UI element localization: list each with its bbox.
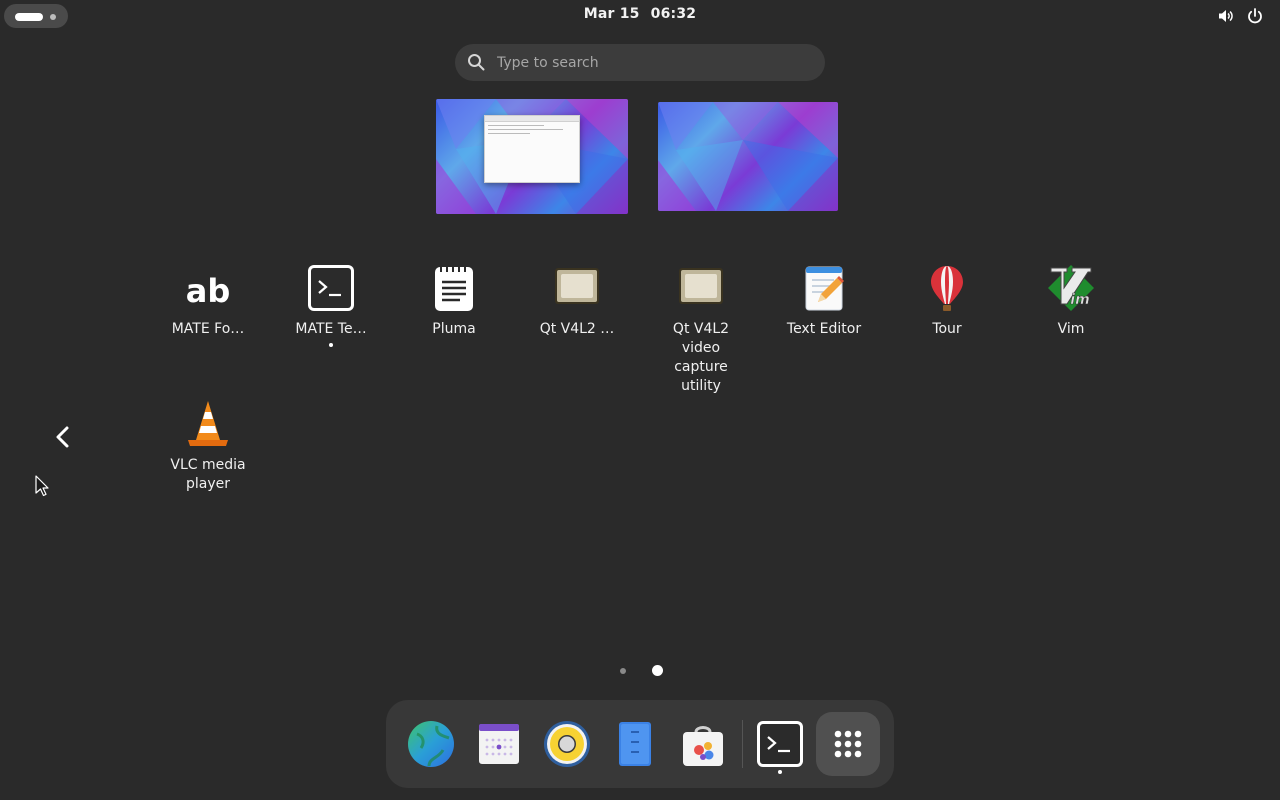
window-thumbnail[interactable] xyxy=(484,115,580,183)
page-indicator-2-active[interactable] xyxy=(652,665,663,676)
terminal-icon[interactable] xyxy=(756,720,804,768)
show-apps-button[interactable] xyxy=(816,712,880,776)
previous-page-chevron-icon[interactable] xyxy=(52,424,74,450)
app-grid-icon xyxy=(834,730,862,758)
app-text-editor[interactable]: Text Editor xyxy=(762,264,886,339)
app-label: MATE Fo… xyxy=(171,321,245,337)
app-mate-terminal[interactable]: MATE Te… xyxy=(269,264,393,347)
app-label: Qt V4L2 … xyxy=(539,321,615,337)
qv4l2-icon xyxy=(553,264,601,312)
software-bag-icon[interactable] xyxy=(679,720,727,768)
calendar-icon[interactable] xyxy=(475,720,523,768)
search-icon xyxy=(468,54,485,71)
vim-icon: im xyxy=(1047,264,1095,312)
workspace-thumbnail-1[interactable] xyxy=(436,99,628,214)
app-vlc[interactable]: VLC media player xyxy=(146,400,270,494)
volume-icon[interactable] xyxy=(1217,7,1235,25)
date-time-button[interactable]: Mar 15 06:32 xyxy=(560,6,720,22)
terminal-icon xyxy=(307,264,355,312)
running-indicator xyxy=(778,770,782,774)
wallpaper-pattern xyxy=(658,102,838,211)
workspace-thumbnail-2[interactable] xyxy=(658,102,838,211)
app-mate-font-viewer[interactable]: ab MATE Fo… xyxy=(146,264,270,339)
app-label: Tour xyxy=(932,321,962,337)
search-input[interactable] xyxy=(495,51,809,75)
app-pluma[interactable]: Pluma xyxy=(392,264,516,339)
speaker-icon[interactable] xyxy=(543,720,591,768)
pluma-icon xyxy=(430,264,478,312)
tour-balloon-icon xyxy=(923,264,971,312)
app-tour[interactable]: Tour xyxy=(885,264,1009,339)
mouse-pointer-icon xyxy=(35,475,49,497)
qv4l2-icon xyxy=(677,264,725,312)
svg-text:im: im xyxy=(1070,292,1089,308)
globe-icon[interactable] xyxy=(407,720,455,768)
app-label: Qt V4L2 video capture utility xyxy=(672,321,730,394)
app-label: Pluma xyxy=(432,321,476,337)
font-viewer-icon: ab xyxy=(184,264,232,312)
app-vim[interactable]: im Vim xyxy=(1009,264,1133,339)
dash xyxy=(386,700,894,788)
active-workspace-indicator xyxy=(15,13,43,21)
vlc-cone-icon xyxy=(184,400,232,448)
running-indicator xyxy=(329,343,333,347)
svg-text:ab: ab xyxy=(186,272,231,310)
time-label: 06:32 xyxy=(650,6,697,22)
activities-button[interactable] xyxy=(4,4,68,28)
page-indicator-1[interactable] xyxy=(620,668,626,674)
top-bar: Mar 15 06:32 xyxy=(0,0,1280,32)
app-label: VLC media player xyxy=(170,457,246,492)
text-editor-icon xyxy=(800,264,848,312)
app-qt-v4l2-capture[interactable]: Qt V4L2 video capture utility xyxy=(639,264,763,396)
power-icon[interactable] xyxy=(1246,7,1264,25)
app-label: Vim xyxy=(1057,321,1085,337)
date-label: Mar 15 xyxy=(583,6,640,22)
dash-separator xyxy=(742,720,743,768)
app-label: Text Editor xyxy=(786,321,862,337)
app-label: MATE Te… xyxy=(295,321,367,337)
inactive-workspace-indicator xyxy=(50,14,56,20)
search-bar[interactable] xyxy=(455,44,825,81)
app-qt-v4l2[interactable]: Qt V4L2 … xyxy=(515,264,639,339)
files-icon[interactable] xyxy=(611,720,659,768)
